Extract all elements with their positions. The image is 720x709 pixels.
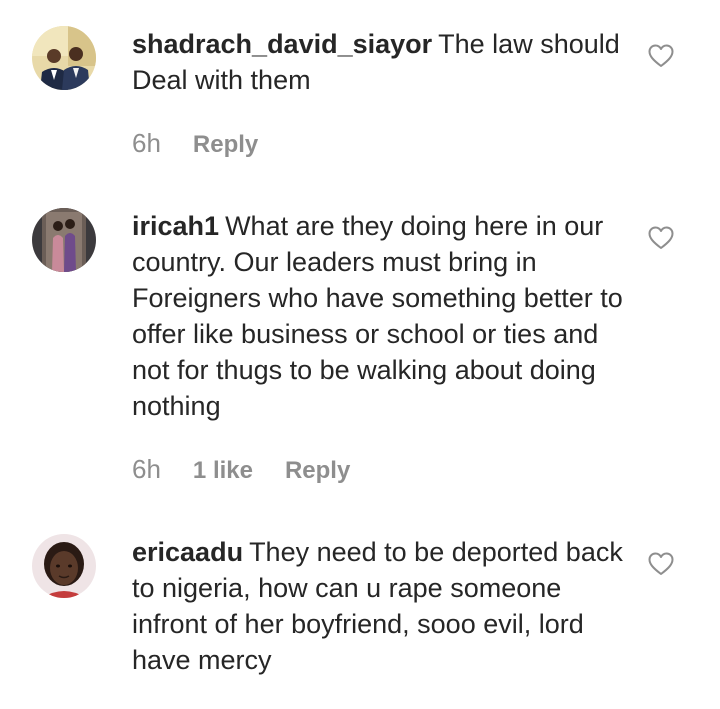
- comment-timestamp: 6h: [132, 128, 161, 158]
- comment-like-count[interactable]: 1 like: [193, 453, 253, 489]
- avatar[interactable]: [32, 208, 96, 272]
- comment-timestamp: 6h: [132, 454, 161, 484]
- reply-button[interactable]: Reply: [285, 453, 350, 489]
- comment-meta: 6h 1 like Reply: [132, 451, 350, 487]
- comment-text: What are they doing here in our country.…: [132, 211, 623, 421]
- heart-outline-icon[interactable]: [648, 226, 674, 250]
- reply-button[interactable]: Reply: [193, 127, 258, 163]
- avatar[interactable]: [32, 26, 96, 90]
- comment-meta: 6h Reply: [132, 125, 258, 161]
- comment-text-block: shadrach_david_siayor The law should Deal…: [132, 26, 632, 98]
- comment-username[interactable]: iricah1: [132, 211, 219, 241]
- comment-username[interactable]: shadrach_david_siayor: [132, 29, 432, 59]
- heart-outline-icon[interactable]: [648, 44, 674, 68]
- comment-text-block: iricah1 What are they doing here in our c…: [132, 208, 632, 424]
- comment-text-block: ericaadu They need to be deported back to…: [132, 534, 632, 678]
- heart-outline-icon[interactable]: [648, 552, 674, 576]
- comment-username[interactable]: ericaadu: [132, 537, 243, 567]
- avatar[interactable]: [32, 534, 96, 598]
